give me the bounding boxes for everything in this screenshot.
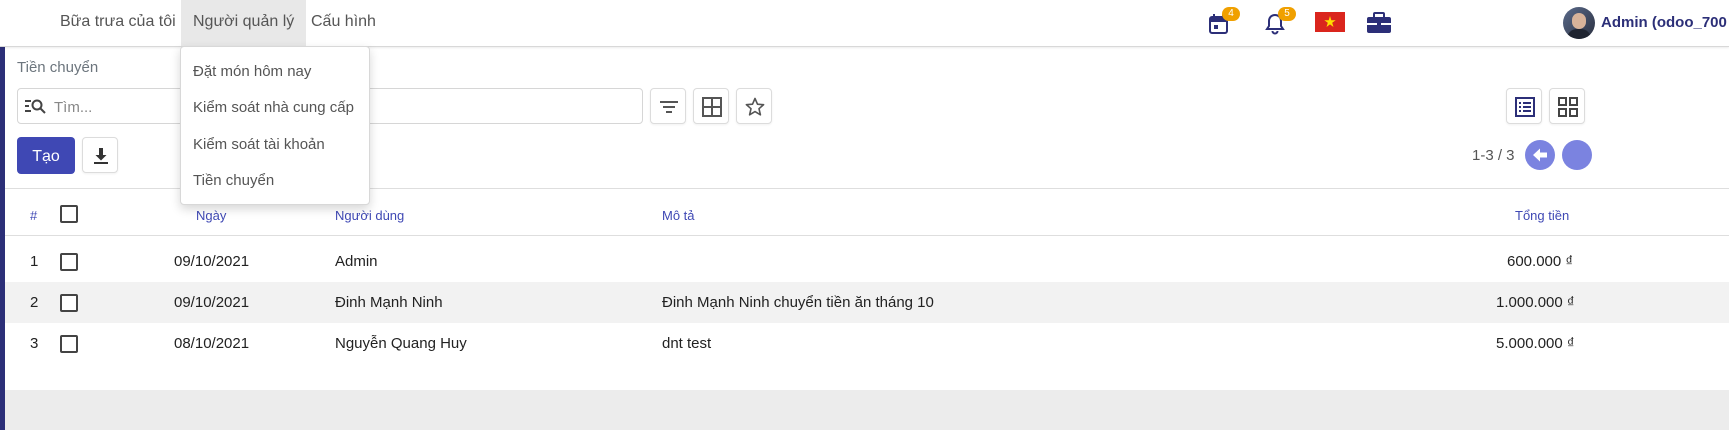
pager-value[interactable]: 1-3 / 3 bbox=[1472, 147, 1515, 164]
row-checkbox[interactable] bbox=[60, 335, 78, 353]
top-navbar: Bữa trưa của tôi Người quản lý Cấu hình … bbox=[0, 0, 1729, 47]
menu-item-vendor-control[interactable]: Kiểm soát nhà cung cấp bbox=[193, 99, 354, 116]
notification-badge: 5 bbox=[1278, 7, 1296, 21]
header-divider bbox=[5, 235, 1729, 236]
table-row[interactable]: 3 08/10/2021 Nguyễn Quang Huy dnt test 5… bbox=[5, 323, 1729, 364]
favorites-button[interactable] bbox=[736, 88, 772, 124]
calendar-button[interactable]: 4 bbox=[1205, 7, 1240, 38]
row-date: 09/10/2021 bbox=[174, 294, 250, 311]
row-number: 2 bbox=[30, 294, 39, 311]
row-checkbox[interactable] bbox=[60, 253, 78, 271]
row-date: 09/10/2021 bbox=[174, 253, 250, 270]
table-row[interactable]: 1 09/10/2021 Admin 600.000 ₫ bbox=[5, 241, 1729, 282]
search-filter-icon bbox=[25, 99, 46, 114]
group-by-button[interactable] bbox=[693, 88, 729, 124]
create-button[interactable]: Tạo bbox=[17, 137, 75, 174]
row-date: 08/10/2021 bbox=[174, 335, 250, 352]
menu-item-order-today[interactable]: Đặt món hôm nay bbox=[193, 63, 311, 80]
pager-previous-button[interactable] bbox=[1525, 140, 1555, 170]
apps-briefcase-button[interactable] bbox=[1364, 8, 1394, 38]
row-total: 1.000.000 ₫ bbox=[1496, 294, 1575, 311]
group-by-icon bbox=[702, 97, 722, 117]
download-icon bbox=[94, 148, 108, 164]
download-button[interactable] bbox=[82, 137, 118, 173]
column-header-description[interactable]: Mô tả bbox=[662, 208, 695, 223]
column-header-user[interactable]: Người dùng bbox=[335, 208, 404, 223]
filter-button[interactable] bbox=[650, 88, 686, 124]
breadcrumb: Tiền chuyển bbox=[17, 59, 99, 76]
column-header-total[interactable]: Tổng tiền bbox=[1515, 208, 1569, 223]
avatar bbox=[1563, 7, 1595, 39]
list-view-icon bbox=[1515, 97, 1535, 117]
filter-icon bbox=[660, 101, 678, 113]
arrow-left-icon bbox=[1533, 148, 1547, 162]
row-total: 600.000 ₫ bbox=[1507, 253, 1574, 270]
row-description: dnt test bbox=[662, 335, 712, 352]
menu-manager[interactable]: Người quản lý bbox=[181, 0, 307, 46]
column-header-number: # bbox=[30, 208, 38, 223]
select-all-checkbox[interactable] bbox=[60, 205, 78, 223]
row-number: 3 bbox=[30, 335, 39, 352]
manager-dropdown-menu: Đặt món hôm nay Kiểm soát nhà cung cấp K… bbox=[180, 46, 370, 205]
notification-button[interactable]: 5 bbox=[1261, 7, 1296, 38]
user-name: Admin (odoo_700 bbox=[1601, 14, 1727, 31]
pager-next-button[interactable] bbox=[1562, 140, 1592, 170]
row-description: Đinh Mạnh Ninh chuyển tiền ăn tháng 10 bbox=[662, 294, 934, 311]
row-checkbox[interactable] bbox=[60, 294, 78, 312]
column-header-date[interactable]: Ngày bbox=[196, 208, 226, 223]
list-view-button[interactable] bbox=[1506, 88, 1542, 124]
menu-my-lunch[interactable]: Bữa trưa của tôi bbox=[48, 0, 188, 46]
language-switcher[interactable] bbox=[1315, 12, 1345, 32]
briefcase-icon bbox=[1367, 12, 1391, 33]
favorite-star-icon bbox=[745, 97, 765, 116]
kanban-view-button[interactable] bbox=[1549, 88, 1585, 124]
row-user: Admin bbox=[335, 253, 378, 270]
menu-item-cash-moves[interactable]: Tiền chuyển bbox=[193, 172, 274, 189]
table-row[interactable]: 2 09/10/2021 Đinh Mạnh Ninh Đinh Mạnh Ni… bbox=[5, 282, 1729, 323]
row-user: Nguyễn Quang Huy bbox=[335, 335, 467, 352]
vietnam-flag-icon bbox=[1315, 12, 1345, 32]
row-number: 1 bbox=[30, 253, 39, 270]
row-user: Đinh Mạnh Ninh bbox=[335, 294, 443, 311]
menu-item-account-control[interactable]: Kiểm soát tài khoản bbox=[193, 136, 325, 153]
kanban-view-icon bbox=[1558, 97, 1578, 117]
calendar-badge: 4 bbox=[1222, 7, 1240, 21]
row-total: 5.000.000 ₫ bbox=[1496, 335, 1575, 352]
menu-configuration[interactable]: Cấu hình bbox=[299, 0, 388, 46]
